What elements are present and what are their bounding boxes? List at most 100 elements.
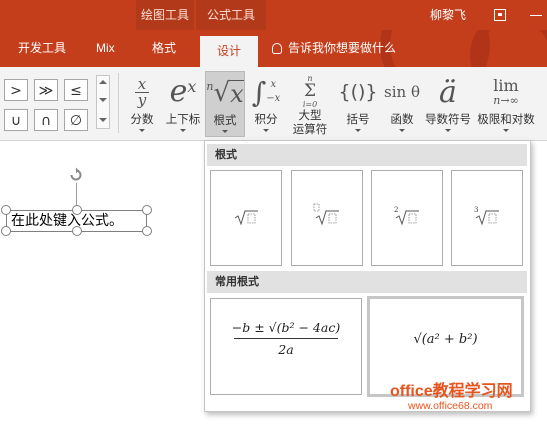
large-operator-label: 大型 bbox=[298, 110, 322, 122]
rotate-handle-stem bbox=[76, 183, 77, 206]
user-name[interactable]: 柳黎飞 bbox=[430, 0, 466, 30]
equation-placeholder-text: 在此处键入公式。 bbox=[11, 213, 123, 229]
integral-lower-limit: −x bbox=[266, 93, 281, 104]
square-root-with-degree-icon: 2 bbox=[394, 206, 419, 226]
symbol-union[interactable]: ∪ bbox=[4, 109, 28, 131]
chevron-down-icon bbox=[180, 129, 186, 132]
resize-handle[interactable] bbox=[1, 205, 11, 215]
limit-icon: lim n→∞ bbox=[475, 71, 537, 113]
symbol-much-greater-than[interactable]: ≫ bbox=[34, 79, 58, 101]
nth-root-icon bbox=[313, 203, 339, 226]
tab-format[interactable]: 格式 bbox=[152, 30, 176, 67]
symbol-gallery: > ≫ ≤ ∪ ∩ ∅ bbox=[4, 75, 110, 131]
integral-sign: ∫ bbox=[251, 75, 267, 109]
symbol-less-equal[interactable]: ≤ bbox=[64, 79, 88, 101]
integral-button[interactable]: ∫ x −x 积分 bbox=[248, 71, 284, 137]
tab-design[interactable]: 设计 bbox=[200, 36, 258, 67]
ribbon-display-options-icon[interactable] bbox=[494, 9, 506, 21]
title-bar: 绘图工具 公式工具 柳黎飞 bbox=[0, 0, 547, 30]
ribbon-tab-row: 开发工具 Mix 格式 设计 告诉我你想要做什么 bbox=[0, 30, 547, 67]
gallery-more-icon[interactable] bbox=[99, 118, 107, 122]
function-button[interactable]: sin θ 函数 bbox=[382, 71, 422, 137]
accent-label: 导数符号 bbox=[425, 114, 471, 126]
script-base: e bbox=[169, 74, 188, 109]
resize-handle[interactable] bbox=[72, 226, 82, 236]
watermark-title: office教程学习网 bbox=[390, 383, 513, 400]
quadratic-denominator: 2a bbox=[278, 342, 294, 357]
tell-me-search[interactable]: 告诉我你想要做什么 bbox=[272, 30, 396, 67]
chevron-down-icon bbox=[503, 129, 509, 132]
lightbulb-icon bbox=[272, 43, 282, 55]
fraction-icon: x y bbox=[124, 71, 160, 113]
equation-tools-context-tab[interactable]: 公式工具 bbox=[196, 0, 266, 30]
section-header-common-radicals: 常用根式 bbox=[207, 271, 527, 293]
chevron-down-icon bbox=[355, 129, 361, 132]
bracket-glyph: {()} bbox=[338, 81, 378, 103]
quadratic-formula: −b ± √(b² − 4ac) 2a bbox=[211, 319, 361, 358]
integral-upper-limit: x bbox=[270, 79, 277, 90]
integral-label: 积分 bbox=[254, 114, 278, 126]
radical-template-nth-root[interactable] bbox=[291, 170, 363, 266]
resize-handle[interactable] bbox=[72, 205, 82, 215]
accent-glyph: ä bbox=[439, 74, 457, 110]
fraction-bar bbox=[234, 338, 338, 339]
quadratic-formula-template[interactable]: −b ± √(b² − 4ac) 2a bbox=[210, 298, 362, 395]
decorative-pattern bbox=[470, 30, 547, 67]
watermark: office教程学习网 www.office68.com bbox=[388, 372, 547, 424]
radical-sign-glyph: √ bbox=[213, 78, 231, 108]
limit-log-label: 极限和对数 bbox=[477, 114, 535, 126]
script-icon: ex bbox=[162, 71, 204, 113]
tab-mix[interactable]: Mix bbox=[96, 30, 115, 67]
resize-handle[interactable] bbox=[1, 226, 11, 236]
minimize-icon[interactable] bbox=[530, 15, 542, 16]
limit-log-button[interactable]: lim n→∞ 极限和对数 bbox=[475, 71, 537, 137]
symbol-intersection[interactable]: ∩ bbox=[34, 109, 58, 131]
function-glyph: sin θ bbox=[384, 83, 420, 101]
radical-template-square-root[interactable] bbox=[210, 170, 282, 266]
script-label: 上下标 bbox=[165, 114, 201, 126]
radical-label: 根式 bbox=[213, 115, 237, 127]
quadratic-numerator: −b ± √(b² − 4ac) bbox=[231, 320, 341, 335]
rotate-handle-icon[interactable] bbox=[68, 167, 84, 183]
ribbon: > ≫ ≤ ∪ ∩ ∅ x y 分数 ex 上下标 n √ x 根式 ∫ x −… bbox=[0, 67, 547, 141]
function-label: 函数 bbox=[390, 114, 414, 126]
integral-icon: ∫ x −x bbox=[248, 71, 284, 113]
root-index-text: 3 bbox=[474, 206, 478, 214]
resize-handle[interactable] bbox=[142, 226, 152, 236]
large-operator-icon: n Σ i=0 bbox=[288, 73, 332, 109]
script-button[interactable]: ex 上下标 bbox=[162, 71, 204, 137]
root-index-text: 2 bbox=[394, 206, 398, 214]
accent-button[interactable]: ä 导数符号 bbox=[423, 71, 473, 137]
resize-handle[interactable] bbox=[142, 205, 152, 215]
lim-text: lim bbox=[493, 75, 519, 95]
large-operator-button[interactable]: n Σ i=0 大型 运算符 bbox=[288, 71, 332, 137]
watermark-url: www.office68.com bbox=[408, 400, 493, 412]
chevron-down-icon bbox=[445, 129, 451, 132]
radical-template-cube-root[interactable]: 3 bbox=[451, 170, 523, 266]
square-root-icon bbox=[234, 210, 258, 226]
scroll-up-icon[interactable] bbox=[99, 80, 107, 84]
radical-template-square-root-degree[interactable]: 2 bbox=[371, 170, 443, 266]
chevron-down-icon bbox=[222, 130, 228, 133]
tell-me-text: 告诉我你想要做什么 bbox=[288, 41, 397, 55]
tab-developer[interactable]: 开发工具 bbox=[18, 30, 66, 67]
pythagorean-formula: √(a² + b²) bbox=[413, 332, 478, 347]
symbol-empty-set[interactable]: ∅ bbox=[64, 109, 88, 131]
chevron-down-icon bbox=[399, 129, 405, 132]
drawing-tools-context-tab[interactable]: 绘图工具 bbox=[136, 0, 194, 30]
fraction-label: 分数 bbox=[130, 114, 154, 126]
radical-index: n bbox=[206, 80, 214, 93]
accent-icon: ä bbox=[423, 71, 473, 113]
sum-sign: Σ bbox=[303, 80, 316, 101]
radical-button[interactable]: n √ x 根式 bbox=[205, 71, 245, 137]
scroll-down-icon[interactable] bbox=[99, 98, 107, 102]
fraction-button[interactable]: x y 分数 bbox=[124, 71, 160, 137]
chevron-down-icon bbox=[263, 129, 269, 132]
symbol-greater-than[interactable]: > bbox=[4, 79, 28, 101]
bracket-label: 括号 bbox=[346, 114, 370, 126]
symbol-gallery-scrollbar[interactable] bbox=[96, 75, 110, 129]
lim-subscript: n→∞ bbox=[493, 93, 519, 107]
chevron-down-icon bbox=[139, 129, 145, 132]
bracket-button[interactable]: {()} 括号 bbox=[338, 71, 378, 137]
radical-argument: x bbox=[230, 79, 244, 108]
